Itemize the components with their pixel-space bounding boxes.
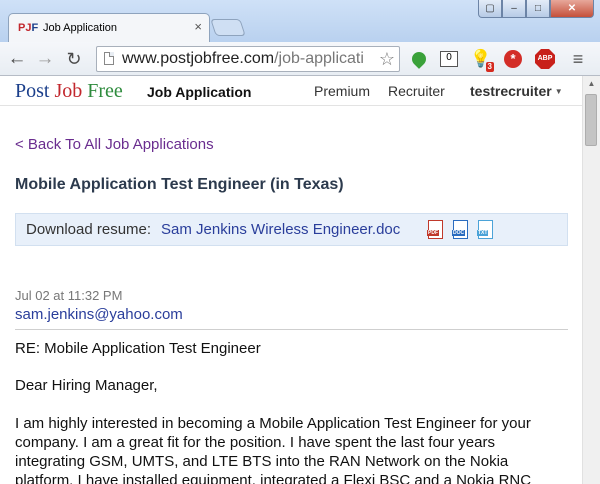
minimize-button[interactable]: – (502, 0, 526, 18)
download-label: Download resume: (26, 221, 152, 238)
message-body: I am highly interested in becoming a Mob… (15, 414, 531, 484)
resume-file-link[interactable]: Sam Jenkins Wireless Engineer.doc (161, 221, 400, 238)
scroll-up-icon[interactable]: ▲ (583, 78, 600, 90)
lastpass-extension-icon[interactable]: * (502, 48, 524, 70)
maximize-button[interactable]: □ (526, 0, 550, 18)
lightbulb-extension-icon[interactable]: 💡 3 (470, 48, 494, 72)
page-viewport: Post Job Free Job Application Premium Re… (0, 76, 582, 484)
back-button[interactable]: ← (6, 48, 28, 70)
chevron-down-icon: ▼ (554, 87, 563, 97)
sender-email-link[interactable]: sam.jenkins@yahoo.com (15, 306, 183, 323)
url-path: /job-applicati (274, 50, 364, 67)
new-tab-button[interactable] (210, 19, 246, 36)
site-navbar: Post Job Free Job Application Premium Re… (0, 76, 582, 106)
green-leaf-extension-icon[interactable] (408, 48, 430, 70)
doc-download-icon[interactable]: DOC (452, 220, 468, 239)
message-line: platform. I have installed equipment, in… (15, 472, 532, 484)
page-title: Mobile Application Test Engineer (in Tex… (15, 176, 344, 193)
user-menu[interactable]: testrecruiter ▼ (470, 83, 563, 100)
browser-toolbar: ← → ↻ www.postjobfree.com/job-applicati … (0, 42, 600, 76)
divider (15, 329, 568, 330)
browser-tab[interactable]: PJF Job Application × (8, 13, 210, 42)
nav-page-title: Job Application (147, 84, 252, 100)
url-host: www.postjobfree.com (122, 50, 275, 67)
message-line: I am highly interested in becoming a Mob… (15, 415, 531, 432)
txt-download-icon[interactable]: TXT (477, 220, 493, 239)
reload-button[interactable]: ↻ (63, 48, 85, 70)
message-subject: RE: Mobile Application Test Engineer (15, 340, 261, 357)
back-to-applications-link[interactable]: < Back To All Job Applications (15, 136, 214, 153)
scroll-thumb[interactable] (585, 94, 597, 146)
user-profile-button[interactable]: ▢ (478, 0, 502, 18)
nav-link-premium[interactable]: Premium (314, 83, 370, 99)
title-bar: PJF Job Application × ▢ – □ ✕ (0, 0, 600, 42)
nav-link-recruiter[interactable]: Recruiter (388, 83, 445, 99)
pdf-download-icon[interactable]: PDF (427, 220, 443, 239)
postjobfree-logo[interactable]: Post Job Free (15, 80, 123, 102)
close-window-button[interactable]: ✕ (550, 0, 594, 18)
message-line: company. I am a great fit for the positi… (15, 434, 495, 451)
message-line: integrating GSM, UMTS, and LTE BTS into … (15, 453, 509, 470)
adblock-plus-icon[interactable]: ABP (534, 48, 556, 70)
postjobfree-favicon-icon: PJF (18, 22, 39, 34)
vertical-scrollbar[interactable]: ▲ (582, 76, 600, 484)
message-date: Jul 02 at 11:32 PM (15, 288, 123, 303)
browser-menu-icon[interactable]: ≡ (567, 48, 589, 70)
address-bar[interactable]: www.postjobfree.com/job-applicati ☆ (96, 46, 400, 72)
tab-title: Job Application (43, 22, 117, 34)
counter-extension-icon[interactable]: 0 (438, 48, 460, 70)
bookmark-star-icon[interactable]: ☆ (376, 49, 395, 69)
username: testrecruiter (470, 83, 552, 99)
url-text[interactable]: www.postjobfree.com/job-applicati (122, 50, 364, 68)
forward-button[interactable]: → (34, 48, 56, 70)
tab-close-icon[interactable]: × (194, 20, 202, 34)
page-icon (104, 52, 114, 65)
message-greeting: Dear Hiring Manager, (15, 377, 158, 394)
lightbulb-badge: 3 (485, 62, 494, 72)
window-controls: ▢ – □ ✕ (478, 0, 594, 19)
download-resume-box: Download resume: Sam Jenkins Wireless En… (15, 213, 568, 246)
